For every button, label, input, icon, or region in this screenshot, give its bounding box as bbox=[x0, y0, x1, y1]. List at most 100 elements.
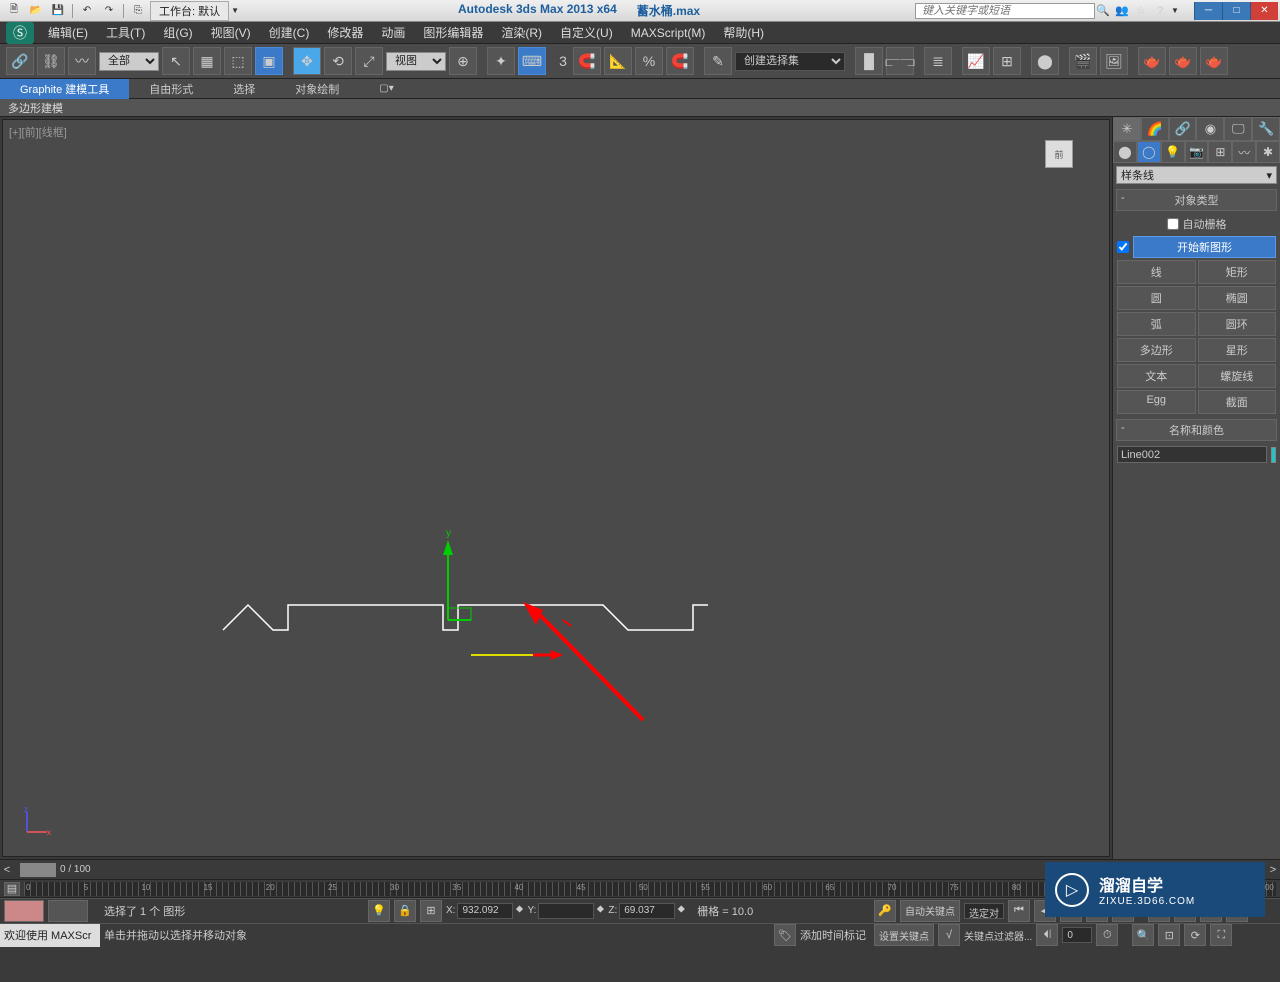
window-crossing-icon[interactable]: ▣ bbox=[255, 47, 283, 75]
cmdtab-display-icon[interactable]: 🖵 bbox=[1224, 117, 1252, 141]
graphite-tab-object-paint[interactable]: 对象绘制 bbox=[275, 79, 359, 99]
rollout-name-color-header[interactable]: -名称和颜色 bbox=[1116, 419, 1277, 441]
help-dropdown-icon[interactable]: ▼ bbox=[1171, 6, 1183, 15]
open-icon[interactable]: 📂 bbox=[26, 2, 46, 20]
autogrid-checkbox[interactable] bbox=[1167, 218, 1179, 230]
zoom-all-icon[interactable]: ⊡ bbox=[1158, 924, 1180, 946]
cmdtab-utilities-icon[interactable]: 🔧 bbox=[1252, 117, 1280, 141]
time-config-icon[interactable]: ⏱ bbox=[1096, 924, 1118, 946]
graphite-tab-selection[interactable]: 选择 bbox=[213, 79, 275, 99]
shape-arc-button[interactable]: 弧 bbox=[1117, 312, 1196, 336]
graphite-tab-modeling[interactable]: Graphite 建模工具 bbox=[0, 79, 129, 99]
shape-helix-button[interactable]: 螺旋线 bbox=[1198, 364, 1277, 388]
snap-toggle-icon[interactable]: 🧲 bbox=[573, 47, 601, 75]
coord-y-input[interactable] bbox=[538, 903, 594, 919]
window-minimize-button[interactable]: ─ bbox=[1194, 2, 1222, 20]
graphite-subtab-polymodel[interactable]: 多边形建模 bbox=[0, 99, 1280, 117]
add-time-tag-label[interactable]: 添加时间标记 bbox=[800, 927, 866, 943]
window-close-button[interactable]: ✕ bbox=[1250, 2, 1278, 20]
render-iterative-icon[interactable]: 🫖 bbox=[1169, 47, 1197, 75]
snap-3-icon[interactable]: 3 bbox=[556, 47, 570, 75]
selection-lock-icon[interactable]: 🔒 bbox=[394, 900, 416, 922]
maximize-viewport-icon[interactable]: ⛶ bbox=[1210, 924, 1232, 946]
bind-spacewarp-icon[interactable]: 〰 bbox=[68, 47, 96, 75]
subtab-lights-icon[interactable]: 💡 bbox=[1161, 141, 1185, 163]
menu-views[interactable]: 视图(V) bbox=[203, 22, 259, 43]
cmdtab-modify-icon[interactable]: 🌈 bbox=[1141, 117, 1169, 141]
menu-group[interactable]: 组(G) bbox=[155, 22, 200, 43]
search-icon[interactable]: 🔍 bbox=[1095, 3, 1111, 19]
reference-coord-dropdown[interactable]: 视图 bbox=[386, 52, 446, 71]
named-selection-set-dropdown[interactable]: 创建选择集 bbox=[735, 52, 845, 71]
key-mode-icon[interactable]: 🔑 bbox=[874, 900, 896, 922]
menu-customize[interactable]: 自定义(U) bbox=[552, 22, 621, 43]
select-move-icon[interactable]: ✥ bbox=[293, 47, 321, 75]
menu-edit[interactable]: 编辑(E) bbox=[40, 22, 96, 43]
shape-section-button[interactable]: 截面 bbox=[1198, 390, 1277, 414]
lock-selection-icon[interactable]: 💡 bbox=[368, 900, 390, 922]
favorite-icon[interactable]: ☆ bbox=[1133, 3, 1149, 19]
trackbar-toggle-icon[interactable]: ▤ bbox=[4, 882, 20, 896]
shape-circle-button[interactable]: 圆 bbox=[1117, 286, 1196, 310]
render-frame-icon[interactable]: 🖼 bbox=[1100, 47, 1128, 75]
shape-ngon-button[interactable]: 多边形 bbox=[1117, 338, 1196, 362]
shape-rectangle-button[interactable]: 矩形 bbox=[1198, 260, 1277, 284]
key-filters-icon[interactable]: √ bbox=[938, 924, 960, 946]
subtab-systems-icon[interactable]: ✱ bbox=[1256, 141, 1280, 163]
coord-x-input[interactable] bbox=[457, 903, 513, 919]
cmdtab-hierarchy-icon[interactable]: 🔗 bbox=[1169, 117, 1197, 141]
setkey-button[interactable]: 设置关键点 bbox=[874, 924, 934, 946]
align-icon[interactable]: ⫍⫎ bbox=[886, 47, 914, 75]
maxscript-mini-listener[interactable] bbox=[4, 900, 44, 922]
ribbon-toggle-icon[interactable]: ▢▾ bbox=[379, 83, 393, 94]
render-production-icon[interactable]: 🫖 bbox=[1138, 47, 1166, 75]
app-menu-icon[interactable]: Ⓢ bbox=[6, 22, 34, 44]
angle-snap-icon[interactable]: 📐 bbox=[604, 47, 632, 75]
shape-donut-button[interactable]: 圆环 bbox=[1198, 312, 1277, 336]
subtab-shapes-icon[interactable]: ◯ bbox=[1137, 141, 1161, 163]
shape-text-button[interactable]: 文本 bbox=[1117, 364, 1196, 388]
subtab-cameras-icon[interactable]: 📷 bbox=[1185, 141, 1209, 163]
mirror-icon[interactable]: ▐▌ bbox=[855, 47, 883, 75]
schematic-view-icon[interactable]: ⊞ bbox=[993, 47, 1021, 75]
new-icon[interactable]: 🗎 bbox=[4, 2, 24, 20]
cmdtab-motion-icon[interactable]: ◉ bbox=[1196, 117, 1224, 141]
object-name-input[interactable] bbox=[1117, 446, 1267, 463]
select-region-icon[interactable]: ⬚ bbox=[224, 47, 252, 75]
subtab-geometry-icon[interactable]: ⬤ bbox=[1113, 141, 1137, 163]
time-tag-icon[interactable]: 🏷 bbox=[774, 924, 796, 946]
render-setup-icon[interactable]: 🎬 bbox=[1069, 47, 1097, 75]
cmdtab-create-icon[interactable]: ✳ bbox=[1113, 117, 1141, 141]
start-new-shape-checkbox[interactable] bbox=[1117, 241, 1129, 253]
object-color-swatch[interactable] bbox=[1271, 447, 1276, 463]
material-editor-icon[interactable]: ⬤ bbox=[1031, 47, 1059, 75]
category-dropdown[interactable]: 样条线 ▾ bbox=[1116, 166, 1277, 184]
help-search-input[interactable] bbox=[915, 3, 1095, 19]
select-name-icon[interactable]: ▦ bbox=[193, 47, 221, 75]
x-spinner-icon[interactable]: ⯁ bbox=[515, 905, 523, 916]
timeline-end-icon[interactable]: > bbox=[1266, 864, 1280, 876]
workbench-dropdown-icon[interactable]: ▼ bbox=[231, 6, 243, 15]
unlink-icon[interactable]: ⛓ bbox=[37, 47, 65, 75]
menu-maxscript[interactable]: MAXScript(M) bbox=[623, 24, 714, 42]
keyboard-shortcut-icon[interactable]: ⌨ bbox=[518, 47, 546, 75]
y-spinner-icon[interactable]: ⯁ bbox=[596, 905, 604, 916]
pivot-center-icon[interactable]: ⊕ bbox=[449, 47, 477, 75]
select-link-icon[interactable]: 🔗 bbox=[6, 47, 34, 75]
window-maximize-button[interactable]: □ bbox=[1222, 2, 1250, 20]
percent-snap-icon[interactable]: % bbox=[635, 47, 663, 75]
graphite-tab-freeform[interactable]: 自由形式 bbox=[129, 79, 213, 99]
communication-icon[interactable]: 👥 bbox=[1114, 3, 1130, 19]
timeline-start-icon[interactable]: < bbox=[0, 864, 14, 876]
menu-rendering[interactable]: 渲染(R) bbox=[493, 22, 550, 43]
orbit-icon[interactable]: ⟳ bbox=[1184, 924, 1206, 946]
prev-key-icon[interactable]: ⏴∣ bbox=[1036, 924, 1058, 946]
key-filters-button[interactable]: 关键点过滤器... bbox=[964, 928, 1032, 943]
shape-egg-button[interactable]: Egg bbox=[1117, 390, 1196, 414]
spinner-snap-icon[interactable]: 🧲 bbox=[666, 47, 694, 75]
shape-line-button[interactable]: 线 bbox=[1117, 260, 1196, 284]
zoom-icon[interactable]: 🔍 bbox=[1132, 924, 1154, 946]
goto-start-icon[interactable]: ⏮ bbox=[1008, 900, 1030, 922]
rollout-object-type-header[interactable]: -对象类型 bbox=[1116, 189, 1277, 211]
render-last-icon[interactable]: 🫖 bbox=[1200, 47, 1228, 75]
